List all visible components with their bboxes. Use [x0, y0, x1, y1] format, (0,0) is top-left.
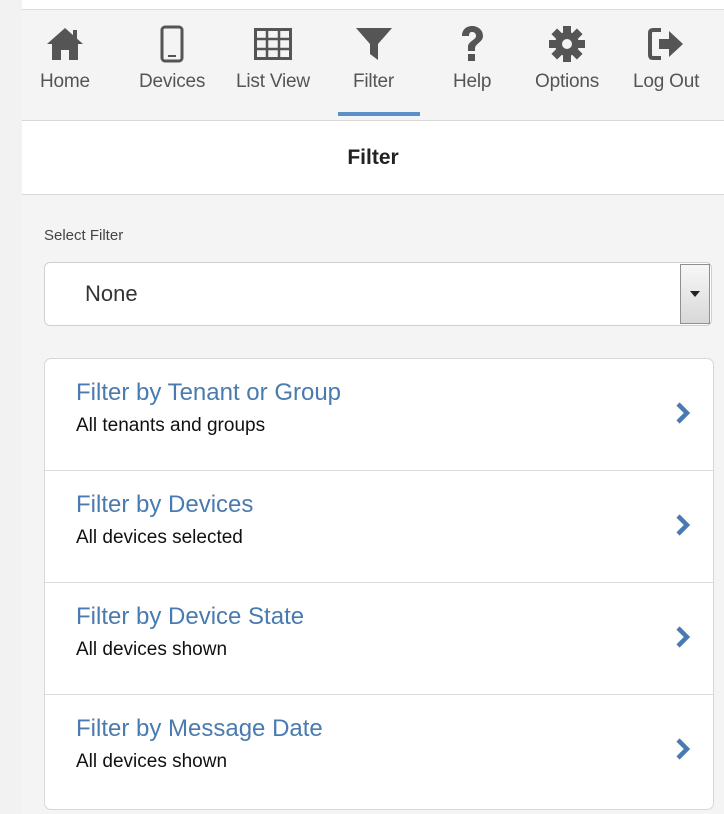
- nav-home[interactable]: Home: [40, 24, 90, 93]
- nav-filter[interactable]: Filter: [353, 24, 394, 93]
- logout-icon: [647, 24, 685, 64]
- select-filter-label: Select Filter: [44, 227, 124, 244]
- nav-list-view[interactable]: List View: [236, 24, 310, 93]
- filter-item-subtitle: All devices shown: [76, 751, 228, 772]
- nav-devices-label: Devices: [139, 71, 206, 92]
- chevron-down-icon: [690, 291, 700, 297]
- filter-item-title: Filter by Device State: [76, 603, 305, 630]
- filter-content: Select Filter None Filter by Tenant or G…: [22, 195, 724, 814]
- nav-filter-label: Filter: [353, 71, 395, 92]
- device-icon: [160, 24, 184, 64]
- nav-log-out-label: Log Out: [633, 71, 700, 92]
- active-tab-indicator: [338, 112, 420, 116]
- app: Home Devices List View Filter Help Optio…: [0, 0, 724, 814]
- nav-options-label: Options: [535, 71, 600, 92]
- top-nav-bar: Home Devices List View Filter Help Optio…: [22, 9, 724, 121]
- nav-list-view-label: List View: [236, 71, 310, 92]
- page-title: Filter: [22, 121, 724, 195]
- filter-item-subtitle: All devices selected: [76, 527, 243, 548]
- filter-item-device-state[interactable]: Filter by Device State All devices shown: [45, 583, 713, 695]
- filter-icon: [355, 24, 393, 64]
- chevron-right-icon: [676, 514, 691, 536]
- select-filter-value: None: [85, 281, 138, 306]
- select-filter-dropdown[interactable]: None: [44, 262, 712, 326]
- left-margin: [0, 0, 22, 814]
- chevron-right-icon: [676, 402, 691, 424]
- nav-help-label: Help: [453, 71, 492, 92]
- dropdown-arrow-button[interactable]: [680, 264, 710, 324]
- filter-item-tenant-group[interactable]: Filter by Tenant or Group All tenants an…: [45, 359, 713, 471]
- grid-icon: [253, 24, 292, 64]
- filter-options-list: Filter by Tenant or Group All tenants an…: [44, 358, 714, 810]
- filter-item-subtitle: All tenants and groups: [76, 415, 266, 436]
- chevron-right-icon: [676, 626, 691, 648]
- nav-help[interactable]: Help: [453, 24, 491, 93]
- nav-options[interactable]: Options: [535, 24, 599, 93]
- filter-item-title: Filter by Devices: [76, 491, 254, 518]
- nav-devices[interactable]: Devices: [139, 24, 205, 93]
- filter-item-title: Filter by Message Date: [76, 715, 323, 742]
- nav-log-out[interactable]: Log Out: [633, 24, 699, 93]
- home-icon: [45, 24, 85, 64]
- filter-item-devices[interactable]: Filter by Devices All devices selected: [45, 471, 713, 583]
- filter-item-message-date[interactable]: Filter by Message Date All devices shown: [45, 695, 713, 809]
- chevron-right-icon: [676, 738, 691, 760]
- filter-item-subtitle: All devices shown: [76, 639, 228, 660]
- help-icon: [458, 24, 486, 64]
- nav-home-label: Home: [40, 71, 90, 92]
- filter-item-title: Filter by Tenant or Group: [76, 379, 342, 406]
- gear-icon: [548, 24, 586, 64]
